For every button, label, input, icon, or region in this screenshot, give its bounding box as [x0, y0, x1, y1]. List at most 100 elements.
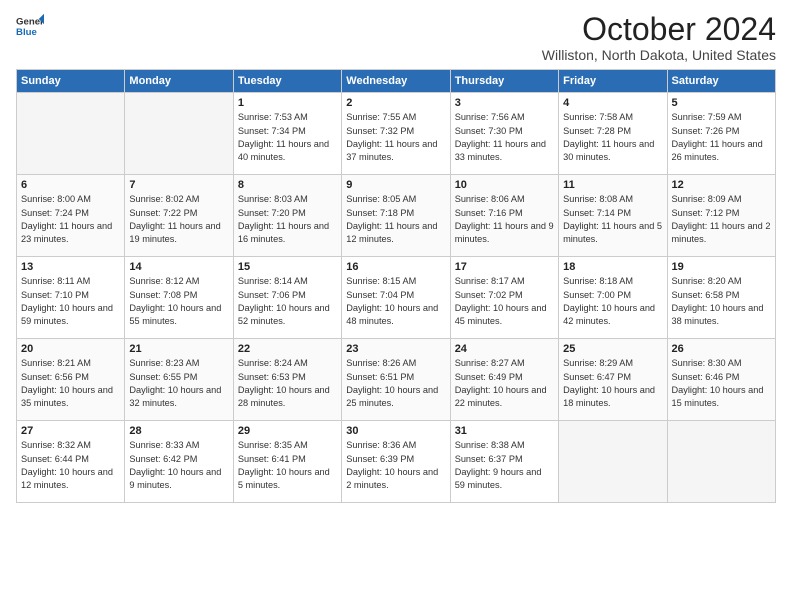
day-number: 8 — [238, 179, 337, 191]
table-row: 26 Sunrise: 8:30 AM Sunset: 6:46 PM Dayli… — [667, 339, 775, 421]
day-number: 9 — [346, 179, 445, 191]
day-info: Sunrise: 8:30 AM Sunset: 6:46 PM Dayligh… — [672, 357, 771, 410]
day-info: Sunrise: 8:20 AM Sunset: 6:58 PM Dayligh… — [672, 275, 771, 328]
table-row: 10 Sunrise: 8:06 AM Sunset: 7:16 PM Dayli… — [450, 175, 558, 257]
day-number: 30 — [346, 425, 445, 437]
day-info: Sunrise: 8:11 AM Sunset: 7:10 PM Dayligh… — [21, 275, 120, 328]
day-number: 12 — [672, 179, 771, 191]
day-number: 11 — [563, 179, 662, 191]
day-number: 4 — [563, 97, 662, 109]
title-section: October 2024 Williston, North Dakota, Un… — [542, 12, 776, 63]
day-info: Sunrise: 7:53 AM Sunset: 7:34 PM Dayligh… — [238, 111, 337, 164]
day-info: Sunrise: 8:26 AM Sunset: 6:51 PM Dayligh… — [346, 357, 445, 410]
table-row: 31 Sunrise: 8:38 AM Sunset: 6:37 PM Dayli… — [450, 421, 558, 503]
table-row: 7 Sunrise: 8:02 AM Sunset: 7:22 PM Daylig… — [125, 175, 233, 257]
day-info: Sunrise: 7:56 AM Sunset: 7:30 PM Dayligh… — [455, 111, 554, 164]
day-info: Sunrise: 7:58 AM Sunset: 7:28 PM Dayligh… — [563, 111, 662, 164]
day-info: Sunrise: 8:35 AM Sunset: 6:41 PM Dayligh… — [238, 439, 337, 492]
day-number: 23 — [346, 343, 445, 355]
day-info: Sunrise: 8:38 AM Sunset: 6:37 PM Dayligh… — [455, 439, 554, 492]
day-number: 2 — [346, 97, 445, 109]
day-number: 19 — [672, 261, 771, 273]
subtitle: Williston, North Dakota, United States — [542, 47, 776, 63]
table-row: 18 Sunrise: 8:18 AM Sunset: 7:00 PM Dayli… — [559, 257, 667, 339]
main-container: General Blue October 2024 Williston, Nor… — [0, 0, 792, 511]
day-info: Sunrise: 8:18 AM Sunset: 7:00 PM Dayligh… — [563, 275, 662, 328]
day-number: 28 — [129, 425, 228, 437]
table-row: 8 Sunrise: 8:03 AM Sunset: 7:20 PM Daylig… — [233, 175, 341, 257]
table-row: 16 Sunrise: 8:15 AM Sunset: 7:04 PM Dayli… — [342, 257, 450, 339]
logo: General Blue — [16, 12, 44, 40]
table-row: 12 Sunrise: 8:09 AM Sunset: 7:12 PM Dayli… — [667, 175, 775, 257]
day-info: Sunrise: 8:29 AM Sunset: 6:47 PM Dayligh… — [563, 357, 662, 410]
day-number: 17 — [455, 261, 554, 273]
header-row-days: Sunday Monday Tuesday Wednesday Thursday… — [17, 70, 776, 93]
table-row: 23 Sunrise: 8:26 AM Sunset: 6:51 PM Dayli… — [342, 339, 450, 421]
day-info: Sunrise: 8:12 AM Sunset: 7:08 PM Dayligh… — [129, 275, 228, 328]
calendar-table: Sunday Monday Tuesday Wednesday Thursday… — [16, 69, 776, 503]
day-info: Sunrise: 8:32 AM Sunset: 6:44 PM Dayligh… — [21, 439, 120, 492]
day-info: Sunrise: 8:02 AM Sunset: 7:22 PM Dayligh… — [129, 193, 228, 246]
day-info: Sunrise: 8:36 AM Sunset: 6:39 PM Dayligh… — [346, 439, 445, 492]
day-info: Sunrise: 8:08 AM Sunset: 7:14 PM Dayligh… — [563, 193, 662, 246]
table-row: 1Sunrise: 7:53 AM Sunset: 7:34 PM Daylig… — [233, 93, 341, 175]
day-number: 5 — [672, 97, 771, 109]
logo-icon: General Blue — [16, 12, 44, 40]
header-tuesday: Tuesday — [233, 70, 341, 93]
day-number: 6 — [21, 179, 120, 191]
table-row: 2 Sunrise: 7:55 AM Sunset: 7:32 PM Daylig… — [342, 93, 450, 175]
day-number: 31 — [455, 425, 554, 437]
day-number: 16 — [346, 261, 445, 273]
week-row-3: 13Sunrise: 8:11 AM Sunset: 7:10 PM Dayli… — [17, 257, 776, 339]
week-row-2: 6 Sunrise: 8:00 AM Sunset: 7:24 PM Daylig… — [17, 175, 776, 257]
header-row: General Blue October 2024 Williston, Nor… — [16, 12, 776, 63]
week-row-4: 20 Sunrise: 8:21 AM Sunset: 6:56 PM Dayli… — [17, 339, 776, 421]
week-row-5: 27 Sunrise: 8:32 AM Sunset: 6:44 PM Dayli… — [17, 421, 776, 503]
day-number: 15 — [238, 261, 337, 273]
day-number: 10 — [455, 179, 554, 191]
day-info: Sunrise: 8:21 AM Sunset: 6:56 PM Dayligh… — [21, 357, 120, 410]
day-number: 29 — [238, 425, 337, 437]
day-number: 27 — [21, 425, 120, 437]
day-number: 25 — [563, 343, 662, 355]
day-info: Sunrise: 8:14 AM Sunset: 7:06 PM Dayligh… — [238, 275, 337, 328]
day-number: 18 — [563, 261, 662, 273]
day-info: Sunrise: 8:23 AM Sunset: 6:55 PM Dayligh… — [129, 357, 228, 410]
table-row: 11 Sunrise: 8:08 AM Sunset: 7:14 PM Dayli… — [559, 175, 667, 257]
table-row: 30 Sunrise: 8:36 AM Sunset: 6:39 PM Dayli… — [342, 421, 450, 503]
table-row: 17Sunrise: 8:17 AM Sunset: 7:02 PM Dayli… — [450, 257, 558, 339]
day-number: 21 — [129, 343, 228, 355]
table-row: 15 Sunrise: 8:14 AM Sunset: 7:06 PM Dayli… — [233, 257, 341, 339]
table-row: 3 Sunrise: 7:56 AM Sunset: 7:30 PM Daylig… — [450, 93, 558, 175]
day-info: Sunrise: 8:03 AM Sunset: 7:20 PM Dayligh… — [238, 193, 337, 246]
day-info: Sunrise: 8:15 AM Sunset: 7:04 PM Dayligh… — [346, 275, 445, 328]
table-row — [559, 421, 667, 503]
day-number: 22 — [238, 343, 337, 355]
table-row — [667, 421, 775, 503]
table-row: 19 Sunrise: 8:20 AM Sunset: 6:58 PM Dayli… — [667, 257, 775, 339]
day-number: 14 — [129, 261, 228, 273]
table-row: 29 Sunrise: 8:35 AM Sunset: 6:41 PM Dayli… — [233, 421, 341, 503]
day-number: 7 — [129, 179, 228, 191]
week-row-1: 1Sunrise: 7:53 AM Sunset: 7:34 PM Daylig… — [17, 93, 776, 175]
table-row — [17, 93, 125, 175]
table-row: 28 Sunrise: 8:33 AM Sunset: 6:42 PM Dayli… — [125, 421, 233, 503]
header-sunday: Sunday — [17, 70, 125, 93]
header-friday: Friday — [559, 70, 667, 93]
table-row: 6 Sunrise: 8:00 AM Sunset: 7:24 PM Daylig… — [17, 175, 125, 257]
day-info: Sunrise: 8:33 AM Sunset: 6:42 PM Dayligh… — [129, 439, 228, 492]
header-saturday: Saturday — [667, 70, 775, 93]
day-info: Sunrise: 8:05 AM Sunset: 7:18 PM Dayligh… — [346, 193, 445, 246]
day-number: 3 — [455, 97, 554, 109]
day-number: 26 — [672, 343, 771, 355]
day-number: 20 — [21, 343, 120, 355]
day-info: Sunrise: 8:06 AM Sunset: 7:16 PM Dayligh… — [455, 193, 554, 246]
table-row: 13Sunrise: 8:11 AM Sunset: 7:10 PM Dayli… — [17, 257, 125, 339]
table-row: 25 Sunrise: 8:29 AM Sunset: 6:47 PM Dayli… — [559, 339, 667, 421]
day-info: Sunrise: 8:27 AM Sunset: 6:49 PM Dayligh… — [455, 357, 554, 410]
day-info: Sunrise: 8:09 AM Sunset: 7:12 PM Dayligh… — [672, 193, 771, 246]
day-info: Sunrise: 7:55 AM Sunset: 7:32 PM Dayligh… — [346, 111, 445, 164]
day-info: Sunrise: 8:00 AM Sunset: 7:24 PM Dayligh… — [21, 193, 120, 246]
table-row: 24Sunrise: 8:27 AM Sunset: 6:49 PM Dayli… — [450, 339, 558, 421]
day-info: Sunrise: 8:24 AM Sunset: 6:53 PM Dayligh… — [238, 357, 337, 410]
